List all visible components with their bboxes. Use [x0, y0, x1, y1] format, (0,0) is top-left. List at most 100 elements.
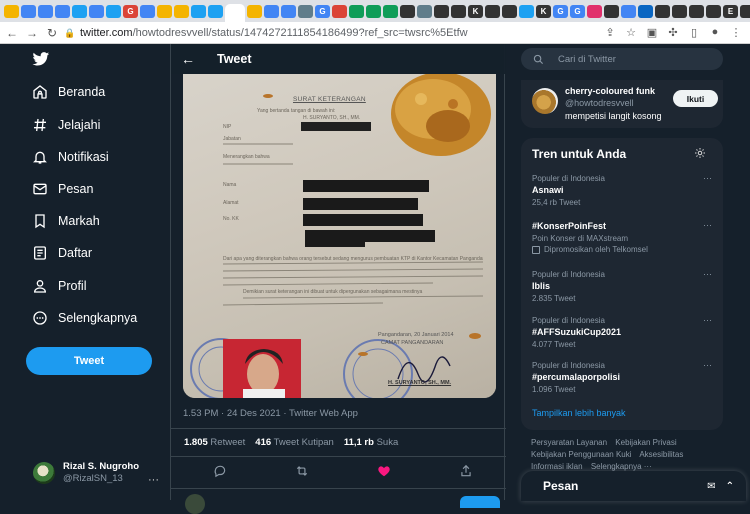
back-icon[interactable]: ←: [4, 26, 20, 40]
settings-gear-icon[interactable]: [694, 147, 706, 159]
more-dots-icon[interactable]: ···: [703, 173, 712, 184]
messages-drawer[interactable]: Pesan ✉ ⌃: [521, 471, 746, 501]
more-dots-icon[interactable]: ···: [703, 269, 712, 280]
show-more-link[interactable]: Tampilkan lebih banyak: [532, 408, 626, 418]
puzzle-icon[interactable]: ✣: [667, 26, 679, 39]
browser-tab-favicon[interactable]: [519, 4, 534, 18]
sidebar-icon[interactable]: ▯: [688, 26, 700, 39]
footer-link[interactable]: Selengkapnya ···: [591, 462, 652, 471]
sidebar-item-notifications[interactable]: Notifikasi: [32, 145, 109, 169]
browser-tab-favicon[interactable]: [174, 4, 189, 18]
trend-item-promoted[interactable]: #KonserPoinFest Poin Konser di MAXstream…: [532, 220, 712, 255]
footer-link[interactable]: Kebijakan Privasi: [615, 438, 676, 447]
browser-tab-favicon[interactable]: E: [723, 4, 738, 18]
browser-tab-favicon[interactable]: [502, 4, 517, 18]
share-icon[interactable]: ⇪: [604, 26, 616, 39]
browser-tab-favicon[interactable]: [247, 4, 262, 18]
browser-tab-favicon[interactable]: [383, 4, 398, 18]
browser-tab-favicon[interactable]: [740, 4, 750, 18]
address-bar[interactable]: ← → ↻ 🔒 twitter.com/howtodresvvell/statu…: [0, 22, 750, 44]
browser-tab-favicon[interactable]: [332, 4, 347, 18]
like-heart-icon[interactable]: [377, 464, 391, 478]
browser-tab-favicon[interactable]: [281, 4, 296, 18]
star-icon[interactable]: ☆: [625, 26, 637, 39]
like-count[interactable]: 11,1 rb Suka: [344, 437, 398, 448]
browser-tab-favicon[interactable]: [434, 4, 449, 18]
browser-tab-favicon[interactable]: G: [570, 4, 585, 18]
sidebar-item-lists[interactable]: Daftar: [32, 241, 92, 265]
quote-count[interactable]: 416 Tweet Kutipan: [255, 437, 334, 448]
back-arrow-icon[interactable]: ←: [181, 51, 195, 67]
sidebar-item-bookmarks[interactable]: Markah: [32, 209, 100, 233]
browser-tab-favicon[interactable]: G: [123, 4, 138, 18]
url-text[interactable]: twitter.com/howtodresvvell/status/147427…: [80, 27, 468, 39]
follow-button[interactable]: Ikuti: [673, 90, 718, 107]
browser-tab-favicon[interactable]: [191, 4, 206, 18]
trend-item[interactable]: Populer di Indonesia #AFFSuzukiCup2021 4…: [532, 315, 712, 350]
search-input[interactable]: Cari di Twitter: [521, 48, 723, 70]
account-switcher[interactable]: Rizal S. Nugroho @RizalSN_13: [33, 461, 139, 485]
sidebar-item-explore[interactable]: Jelajahi: [32, 113, 100, 137]
reply-button[interactable]: [460, 496, 500, 508]
retweet-icon[interactable]: [295, 464, 309, 478]
browser-tab-favicon[interactable]: [349, 4, 364, 18]
browser-tab-favicon[interactable]: [672, 4, 687, 18]
browser-tab-favicon[interactable]: [298, 4, 313, 18]
reply-icon[interactable]: [213, 464, 227, 478]
footer-link[interactable]: Persyaratan Layanan: [531, 438, 607, 447]
browser-tab-favicon[interactable]: [89, 4, 104, 18]
tweet-photo[interactable]: SURAT KETERANGAN Yang bertanda tangan di…: [183, 74, 496, 398]
footer-link[interactable]: Aksesibilitas: [639, 450, 683, 459]
extension-icon[interactable]: ▣: [646, 26, 658, 39]
profile-icon[interactable]: ●: [709, 26, 721, 39]
sidebar-item-messages[interactable]: Pesan: [32, 177, 93, 201]
reload-icon[interactable]: ↻: [44, 26, 60, 40]
browser-tab-favicon[interactable]: [417, 4, 432, 18]
trend-item[interactable]: Populer di Indonesia Asnawi 25,4 rb Twee…: [532, 173, 712, 208]
share-icon[interactable]: [459, 464, 473, 478]
more-dots-icon[interactable]: ···: [703, 315, 712, 326]
browser-tab-favicon[interactable]: [451, 4, 466, 18]
browser-tab-favicon[interactable]: [55, 4, 70, 18]
browser-tab-favicon[interactable]: G: [553, 4, 568, 18]
browser-tab-favicon[interactable]: K: [536, 4, 551, 18]
browser-tab-favicon[interactable]: [106, 4, 121, 18]
browser-tab-favicon[interactable]: [604, 4, 619, 18]
browser-tab-favicon[interactable]: [72, 4, 87, 18]
trend-item[interactable]: Populer di Indonesia Iblis 2.835 Tweet ·…: [532, 269, 712, 304]
sidebar-item-more[interactable]: Selengkapnya: [32, 306, 137, 330]
menu-icon[interactable]: ⋮: [730, 26, 742, 39]
chevron-up-icon[interactable]: ⌃: [726, 481, 734, 492]
browser-tab-favicon[interactable]: [689, 4, 704, 18]
browser-tab-favicon[interactable]: [621, 4, 636, 18]
forward-icon[interactable]: →: [24, 26, 40, 40]
sidebar-item-home[interactable]: Beranda: [32, 80, 105, 104]
browser-tab-favicon[interactable]: [706, 4, 721, 18]
more-dots-icon[interactable]: ···: [703, 360, 712, 371]
browser-tab-favicon[interactable]: [21, 4, 36, 18]
browser-tab-favicon[interactable]: K: [468, 4, 483, 18]
browser-tab-favicon[interactable]: [208, 4, 223, 18]
browser-tab-favicon[interactable]: [157, 4, 172, 18]
browser-tab-favicon[interactable]: [38, 4, 53, 18]
more-dots-icon[interactable]: ···: [703, 220, 712, 231]
browser-tab-favicon[interactable]: [638, 4, 653, 18]
new-message-icon[interactable]: ✉: [707, 481, 715, 492]
browser-tab-favicon[interactable]: [485, 4, 500, 18]
browser-tab-favicon[interactable]: [4, 4, 19, 18]
account-card[interactable]: cherry-coloured funk @howtodresvvell mem…: [521, 80, 723, 128]
browser-tab-favicon[interactable]: [264, 4, 279, 18]
tweet-button[interactable]: Tweet: [26, 347, 152, 375]
footer-link[interactable]: Informasi iklan: [531, 462, 583, 471]
retweet-count[interactable]: 1.805 Retweet: [184, 437, 245, 448]
browser-tab-favicon[interactable]: [225, 4, 245, 22]
sidebar-item-profile[interactable]: Profil: [32, 274, 86, 298]
browser-tab-favicon[interactable]: G: [315, 4, 330, 18]
browser-tab-favicon[interactable]: [400, 4, 415, 18]
footer-link[interactable]: Kebijakan Penggunaan Kuki: [531, 450, 632, 459]
browser-tab-favicon[interactable]: [366, 4, 381, 18]
lock-icon[interactable]: 🔒: [64, 28, 76, 38]
browser-tab-favicon[interactable]: [655, 4, 670, 18]
browser-tab-favicon[interactable]: [140, 4, 155, 18]
browser-tab-favicon[interactable]: [587, 4, 602, 18]
